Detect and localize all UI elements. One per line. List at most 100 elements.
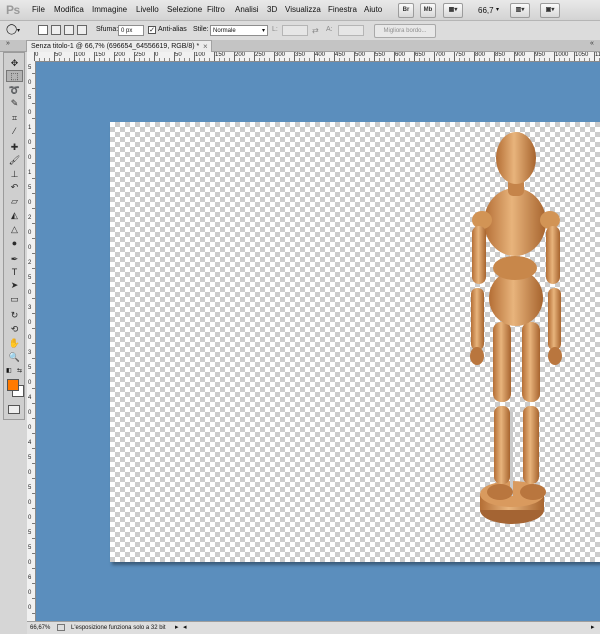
ruler-left-label: 0 <box>28 320 32 326</box>
ruler-top-minor-tick <box>564 58 565 61</box>
ruler-left-tick <box>32 148 35 149</box>
ruler-top-minor-tick <box>264 58 265 61</box>
document-tab[interactable]: Senza titolo-1 @ 66,7% (696654_64556619,… <box>26 40 212 52</box>
ruler-left-label: 0 <box>28 470 32 476</box>
ruler-left-label: 5 <box>28 485 32 491</box>
ruler-left-label: 0 <box>28 410 32 416</box>
ruler-top-label: 0 <box>155 52 159 58</box>
ruler-left-tick <box>32 433 35 434</box>
3d-orbit-icon[interactable]: ⟲ <box>6 323 23 335</box>
ruler-left-tick <box>32 193 35 194</box>
quick-mask-icon[interactable] <box>8 405 20 414</box>
brush-icon[interactable]: 🖌 <box>6 154 23 166</box>
history-brush-icon[interactable]: ↶ <box>6 181 23 193</box>
eyedropper-icon[interactable]: ⁄ <box>6 125 23 137</box>
status-zoom[interactable]: 66,67% <box>30 622 50 634</box>
ruler-left-label: 3 <box>28 350 32 356</box>
scroll-left-icon[interactable]: ◂ <box>183 622 187 634</box>
ruler-top-minor-tick <box>209 58 210 61</box>
pen-icon[interactable]: ✒ <box>6 253 23 265</box>
menu-visualizza[interactable]: Visualizza <box>285 5 321 14</box>
path-select-icon[interactable]: ➤ <box>6 279 23 291</box>
feather-input[interactable]: 0 px <box>118 25 144 36</box>
new-selection-icon[interactable] <box>38 25 48 35</box>
subtract-selection-icon[interactable] <box>64 25 74 35</box>
default-colors-icon[interactable]: ◧ <box>6 367 12 374</box>
ruler-top-minor-tick <box>164 58 165 61</box>
blur-icon[interactable]: △ <box>6 223 23 235</box>
ruler-top-minor-tick <box>104 58 105 61</box>
quick-select-icon[interactable]: ✎ <box>6 97 23 109</box>
eraser-icon[interactable]: ▱ <box>6 195 23 207</box>
ruler-top-minor-tick <box>399 58 400 61</box>
ruler-left-tick <box>32 358 35 359</box>
chevron-down-icon[interactable]: ▾ <box>496 6 499 13</box>
menu-immagine[interactable]: Immagine <box>92 5 127 14</box>
lasso-icon[interactable]: ➰ <box>6 84 23 96</box>
foreground-color-swatch[interactable] <box>7 379 19 391</box>
menu-selezione[interactable]: Selezione <box>167 5 202 14</box>
dodge-icon[interactable]: ● <box>6 237 23 249</box>
scroll-right-icon[interactable]: ▸ <box>591 622 595 634</box>
menu-file[interactable]: File <box>32 5 45 14</box>
menu-livello[interactable]: Livello <box>136 5 159 14</box>
ruler-left-tick <box>32 463 35 464</box>
antialias-checkbox[interactable]: ✓ <box>148 26 156 34</box>
arrange-documents-button[interactable]: ▥▾ <box>510 3 530 18</box>
ruler-top-label: 0 <box>35 52 39 58</box>
ruler-left-tick <box>32 178 35 179</box>
ruler-left-tick <box>32 568 35 569</box>
ruler-top-minor-tick <box>219 58 220 61</box>
ruler-top-minor-tick <box>239 58 240 61</box>
refine-edge-button[interactable]: Migliora bordo... <box>374 24 436 38</box>
ruler-top-minor-tick <box>224 58 225 61</box>
clone-stamp-icon[interactable]: ⊥ <box>6 168 23 180</box>
type-icon[interactable]: T <box>6 266 23 278</box>
ruler-top-minor-tick <box>524 58 525 61</box>
status-arrow-icon[interactable]: ▸ <box>175 622 179 634</box>
3d-rotate-icon[interactable]: ↻ <box>6 309 23 321</box>
ruler-top-minor-tick <box>364 58 365 61</box>
swap-icon: ⇄ <box>312 26 319 35</box>
ruler-top-minor-tick <box>339 58 340 61</box>
ruler-top-minor-tick <box>229 58 230 61</box>
ruler-top-minor-tick <box>484 58 485 61</box>
ruler-top-minor-tick <box>279 58 280 61</box>
add-selection-icon[interactable] <box>51 25 61 35</box>
style-select[interactable]: Normale ▾ <box>210 25 268 36</box>
menu-modifica[interactable]: Modifica <box>54 5 84 14</box>
ruler-top-minor-tick <box>259 58 260 61</box>
collapse-panel-icon[interactable]: » <box>6 40 10 47</box>
menu-analisi[interactable]: Analisi <box>235 5 259 14</box>
ruler-left-label: 0 <box>28 605 32 611</box>
move-icon[interactable]: ✥ <box>6 57 23 69</box>
ruler-left-label: 0 <box>28 590 32 596</box>
ruler-left-tick <box>32 583 35 584</box>
marquee-preset-icon[interactable]: ◯ <box>6 24 17 35</box>
zoom-icon[interactable]: 🔍 <box>6 351 23 363</box>
menu-filtro[interactable]: Filtro <box>207 5 225 14</box>
ruler-left-label: 0 <box>28 110 32 116</box>
extras-button[interactable]: ▦▾ <box>443 3 463 18</box>
rect-marquee-icon[interactable]: ⬚ <box>6 70 23 82</box>
shape-icon[interactable]: ▭ <box>6 293 23 305</box>
close-icon[interactable]: × <box>203 42 208 51</box>
swap-colors-icon[interactable]: ⇆ <box>17 367 22 374</box>
chevron-down-icon[interactable]: ▾ <box>17 27 20 34</box>
paint-bucket-icon[interactable]: ◭ <box>6 209 23 221</box>
antialias-label: Anti-alias <box>158 26 187 33</box>
mini-bridge-button[interactable]: Mb <box>420 3 436 18</box>
healing-brush-icon[interactable]: ✚ <box>6 141 23 153</box>
crop-icon[interactable]: ⌗ <box>6 112 23 124</box>
hand-icon[interactable]: ✋ <box>6 337 23 349</box>
document-canvas[interactable] <box>110 122 600 562</box>
zoom-level[interactable]: 66,7 <box>478 6 494 15</box>
menu-finestra[interactable]: Finestra <box>328 5 357 14</box>
intersect-selection-icon[interactable] <box>77 25 87 35</box>
screen-mode-button[interactable]: ▣▾ <box>540 3 560 18</box>
ruler-left-tick <box>32 133 35 134</box>
expand-panels-icon[interactable]: « <box>590 40 594 47</box>
menu-aiuto[interactable]: Aiuto <box>364 5 382 14</box>
menu-3d[interactable]: 3D <box>267 5 277 14</box>
bridge-button[interactable]: Br <box>398 3 414 18</box>
